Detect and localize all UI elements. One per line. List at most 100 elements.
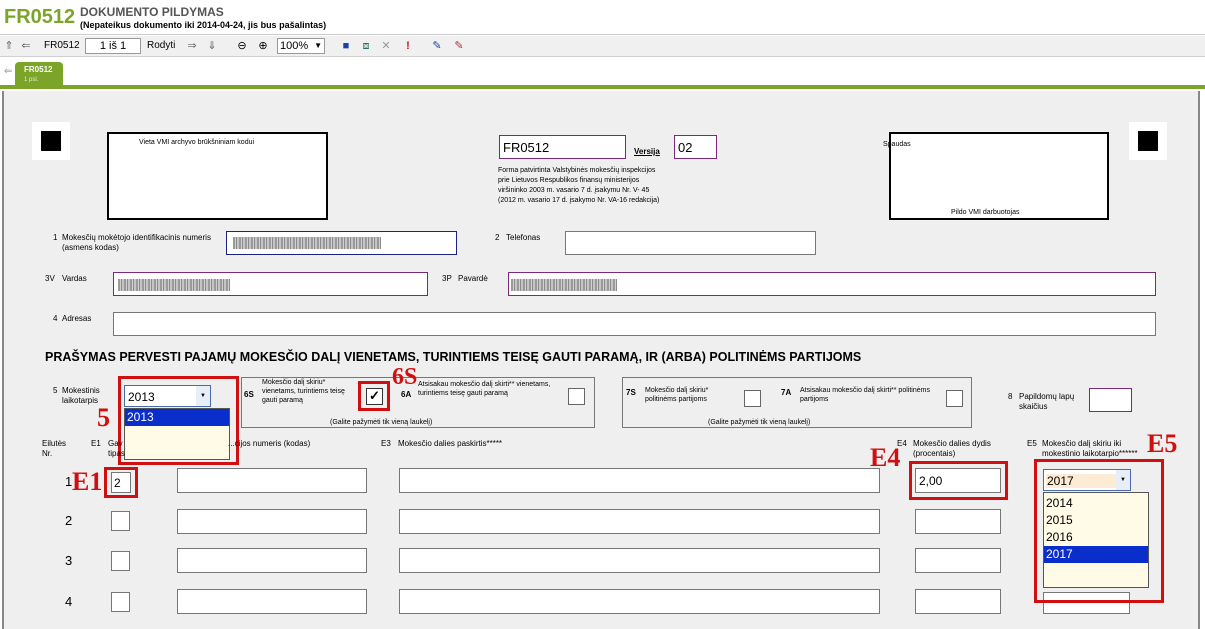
stamp-footer: Pildo VMI darbuotojas — [951, 209, 1020, 216]
taxpayer-id-input[interactable] — [226, 231, 457, 255]
edit-icon[interactable]: ✎ — [430, 38, 444, 54]
tax-period-value: 2013 — [128, 390, 155, 404]
page-number-input[interactable]: 1 iš 1 — [85, 38, 141, 54]
field-8-label: Papildomų lapų — [1019, 392, 1075, 401]
field-3v-number: 3V — [45, 274, 55, 283]
annotation-e4: E4 — [870, 443, 901, 472]
edit-form-icon[interactable]: ✎ — [452, 38, 466, 54]
tab-bar: ⇐ FR0512 1 psl. — [0, 57, 1205, 89]
e5-period-option[interactable]: 2017 — [1044, 546, 1148, 563]
row-e1-input[interactable] — [111, 551, 130, 571]
field-1-label-2: (asmens kodas) — [62, 243, 119, 252]
row-e3-input[interactable] — [399, 509, 880, 534]
field-7a-checkbox[interactable] — [946, 390, 963, 407]
stamp-box: Spaudas Pildo VMI darbuotojas — [883, 132, 1109, 220]
e5-period-value: 2017 — [1047, 474, 1074, 488]
e5-period-option[interactable]: 2015 — [1044, 512, 1148, 529]
col-e2-label: ...cijos numeris (kodas) — [228, 439, 311, 448]
row-e4-input[interactable]: 2,00 — [915, 468, 1001, 493]
last-page-icon[interactable]: ⇓ — [206, 38, 218, 54]
field-6a-checkbox[interactable] — [568, 388, 585, 405]
version-label: Versija — [634, 147, 660, 156]
row-e3-input[interactable] — [399, 548, 880, 573]
redacted-value — [511, 279, 617, 291]
row-e4-input[interactable] — [915, 509, 1001, 534]
col-e4-label: Mokesčio dalies dydis — [913, 439, 991, 448]
field-3p-number: 3P — [442, 274, 452, 283]
row-e2-input[interactable] — [177, 548, 367, 573]
col-e3-code: E3 — [381, 439, 391, 448]
chevron-down-icon[interactable]: ▼ — [1116, 470, 1130, 490]
corner-marker — [32, 122, 70, 160]
row-number: 2 — [65, 513, 73, 528]
approval-line-3: viršininko 2003 m. vasario 7 d. įsakymu … — [498, 187, 650, 194]
tax-period-dropdown: 2013 — [124, 408, 230, 460]
row-e1-input[interactable] — [111, 592, 130, 612]
alert-icon[interactable]: ! — [402, 38, 414, 54]
chevron-down-icon[interactable]: ▼ — [196, 386, 210, 406]
row-e1-input[interactable]: 2 — [111, 472, 131, 493]
doc-code: FR0512 — [4, 6, 76, 28]
field-6a-number: 6A — [401, 390, 412, 399]
col-e1-label: Gav — [108, 439, 123, 448]
extra-sheets-input[interactable] — [1089, 388, 1132, 412]
e5-period-option[interactable]: 2014 — [1044, 495, 1148, 512]
tab-fr0512[interactable]: FR0512 1 psl. — [15, 62, 63, 89]
field-3v-label: Vardas — [62, 274, 87, 283]
field-7a-label: Atsisakau mokesčio dalį skirti** politin… — [800, 387, 930, 403]
section-title: PRAŠYMAS PERVESTI PAJAMŲ MOKESČIO DALĮ V… — [45, 350, 862, 364]
checkmark-icon: ✓ — [369, 388, 380, 403]
col-e5-label-2: mokestinio laikotarpio****** — [1042, 449, 1138, 458]
approval-line-1: Forma patvirtinta Valstybinės mokesčių i… — [498, 167, 656, 174]
field-6s-label: Mokesčio dalį skiriu* vienetams, turinti… — [262, 379, 345, 404]
tax-period-option[interactable]: 2013 — [125, 409, 229, 426]
row-e4-input[interactable] — [915, 548, 1001, 573]
col-row-header: Eilutės — [42, 439, 67, 448]
col-row-header-2: Nr. — [42, 449, 53, 458]
phone-input[interactable] — [565, 231, 816, 255]
annotation-e5: E5 — [1147, 429, 1178, 458]
row-e3-input[interactable] — [399, 468, 880, 493]
zoom-select[interactable]: 100% ▼ — [277, 38, 325, 54]
zoom-out-icon[interactable]: ⊖ — [235, 38, 249, 54]
first-page-icon[interactable]: ⇑ — [3, 38, 15, 54]
back-icon[interactable]: ⇐ — [4, 66, 12, 77]
group-6-note: (Galite pažymėti tik vieną laukelį) — [330, 419, 433, 426]
close-icon[interactable]: ✕ — [380, 38, 392, 54]
row-number: 4 — [65, 594, 73, 609]
e5-period-dropdown: 2014 2015 2016 2017 — [1043, 492, 1149, 588]
field-1-label: Mokesčių mokėtojo identifikacinis numeri… — [62, 233, 211, 242]
field-7s-label: Mokesčio dalį skiriu* politinėms partijo… — [645, 387, 709, 403]
annotation-e1: E1 — [72, 467, 103, 496]
next-page-icon[interactable]: ⇒ — [186, 38, 198, 54]
row-e2-input[interactable] — [177, 468, 367, 493]
field-6s-checkbox[interactable]: ✓ — [366, 388, 383, 405]
show-button[interactable]: Rodyti — [147, 40, 175, 51]
row-number: 3 — [65, 553, 73, 568]
field-7s-checkbox[interactable] — [744, 390, 761, 407]
e5-period-option[interactable]: 2016 — [1044, 529, 1148, 546]
field-8-number: 8 — [1008, 392, 1013, 401]
stamp-label: Spaudas — [883, 141, 911, 148]
row-e4-input[interactable] — [915, 589, 1001, 614]
field-5-number: 5 — [53, 386, 58, 395]
row-e1-input[interactable] — [111, 511, 130, 531]
prev-page-icon[interactable]: ⇐ — [20, 38, 32, 54]
row-e3-input[interactable] — [399, 589, 880, 614]
last-name-input[interactable] — [508, 272, 1156, 296]
save-icon[interactable]: ■ — [339, 38, 353, 54]
field-4-label: Adresas — [62, 314, 92, 323]
row-e2-input[interactable] — [177, 509, 367, 534]
col-e1-label-2: tipas — [108, 449, 125, 458]
corner-marker — [1129, 122, 1167, 160]
address-input[interactable] — [113, 312, 1156, 336]
print-icon[interactable]: ⧈ — [359, 38, 373, 54]
first-name-input[interactable] — [113, 272, 428, 296]
row-e2-input[interactable] — [177, 589, 367, 614]
archive-barcode-box: Vieta VMI archyvo brūkšniniam kodui — [107, 132, 328, 220]
e5-period-select[interactable]: 2017 ▼ — [1043, 469, 1131, 491]
tax-period-select[interactable]: 2013 ▼ — [124, 385, 211, 407]
field-6a-label: Atsisakau mokesčio dalį skirti** vieneta… — [418, 381, 551, 397]
redacted-value — [118, 279, 230, 291]
zoom-in-icon[interactable]: ⊕ — [256, 38, 270, 54]
